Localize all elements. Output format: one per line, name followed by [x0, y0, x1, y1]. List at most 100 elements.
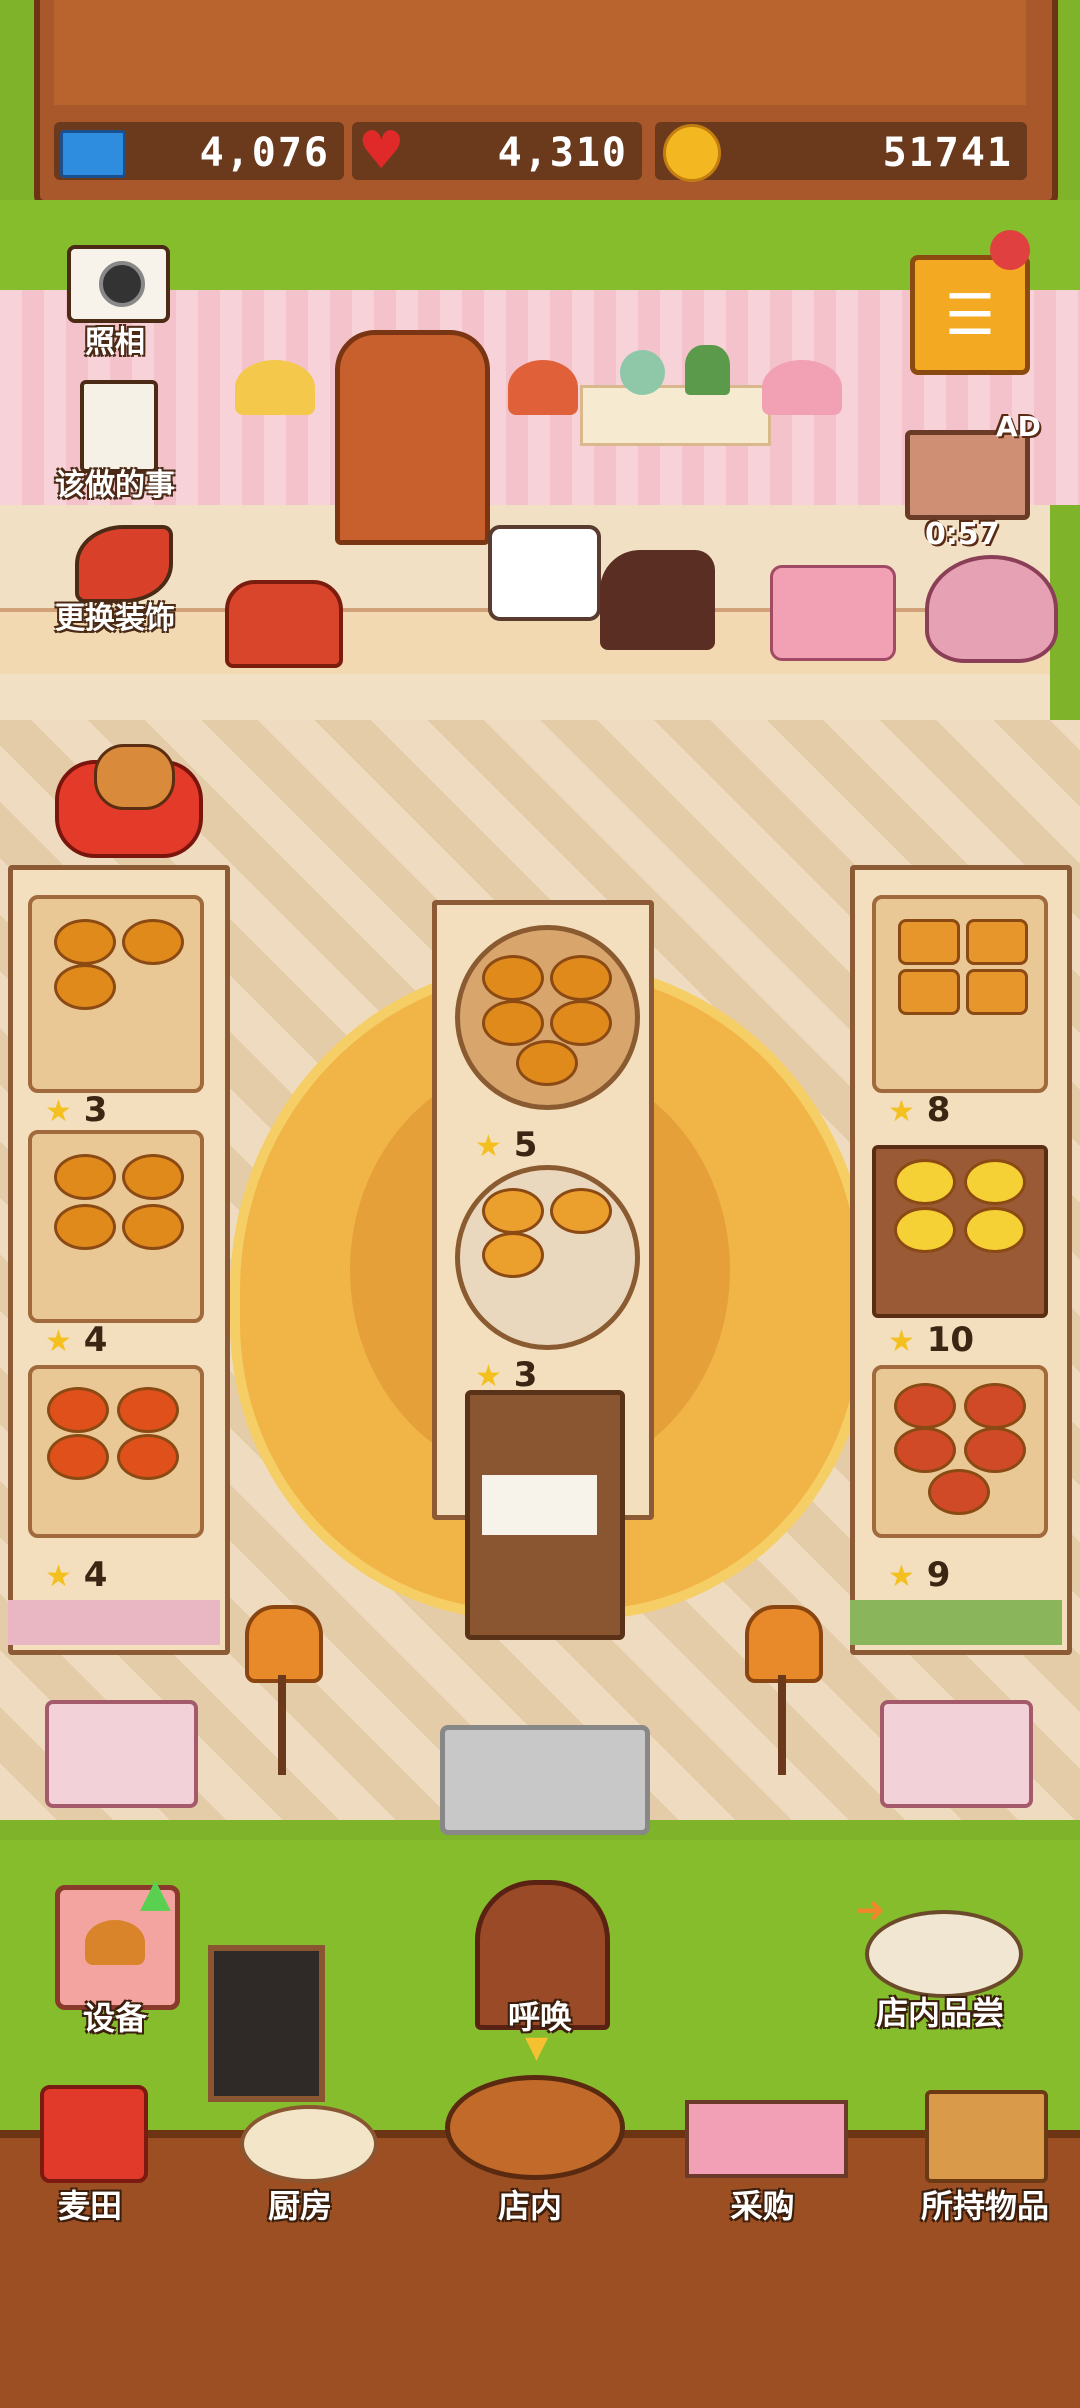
star-icon: ★	[475, 1129, 502, 1164]
ticket-icon	[60, 130, 126, 178]
bread-item	[47, 1387, 109, 1433]
storefront-icon	[685, 2100, 848, 2178]
ceiling-lamp-3	[762, 360, 842, 415]
cat-shopkeeper[interactable]	[488, 525, 601, 621]
ad-label: AD	[996, 410, 1041, 443]
right-3-count: 9	[926, 1555, 951, 1595]
star-icon: ★	[475, 1359, 502, 1394]
bread-item	[550, 1188, 612, 1234]
teapot	[925, 555, 1058, 663]
bread-tray-right-1[interactable]	[872, 895, 1048, 1093]
tickets-counter: 4,076	[54, 122, 344, 180]
bread-item	[482, 1188, 544, 1234]
cactus-plant	[620, 350, 665, 395]
bread-tray-right-2[interactable]	[872, 1145, 1048, 1318]
right-2-count: 10	[926, 1320, 975, 1360]
bread-basket-icon	[445, 2075, 625, 2180]
tv-ad-button[interactable]	[905, 430, 1030, 520]
waffle-item	[898, 919, 960, 965]
telephone	[225, 580, 343, 668]
nav-wheat-field[interactable]: 麦田	[15, 2085, 165, 2225]
equipment-label: 设备	[82, 1999, 147, 2037]
coins-counter: 51741	[655, 122, 1027, 182]
heart-icon: ♥	[358, 121, 405, 181]
equipment-button[interactable]: ▲ 设备	[50, 1870, 180, 2050]
paintbrush-icon	[75, 525, 173, 603]
star-icon: ★	[888, 1559, 915, 1594]
bread-item	[894, 1427, 956, 1473]
nav-field-label: 麦田	[57, 2187, 122, 2225]
waffle-item	[966, 919, 1028, 965]
star-icon: ★	[888, 1094, 915, 1129]
hearts-counter: ♥ 4,310	[352, 122, 642, 180]
nav-inventory[interactable]: 所持物品	[895, 2085, 1075, 2225]
bread-item	[482, 1000, 544, 1046]
bread-plate-center-2[interactable]	[455, 1165, 640, 1350]
dough-icon	[240, 2105, 378, 2183]
nav-shop[interactable]: 店内	[435, 2070, 625, 2225]
tasting-label: 店内品尝	[875, 1994, 1004, 2032]
plant-shelf	[580, 385, 771, 446]
camera-icon	[67, 245, 170, 323]
center-1-stock: ★ 5	[475, 1125, 537, 1165]
photo-menu[interactable]: 照相	[30, 245, 200, 365]
waffle-item	[898, 969, 960, 1015]
bread-tray-left-1[interactable]	[28, 895, 204, 1093]
nav-inventory-label: 所持物品	[920, 2187, 1049, 2225]
succulent-plant	[685, 345, 730, 395]
bread-item	[117, 1434, 179, 1480]
orders-note-button[interactable]: ☰	[910, 255, 1030, 375]
shiba-dog	[94, 744, 175, 810]
bread-item	[964, 1207, 1026, 1253]
star-icon: ★	[45, 1559, 72, 1594]
bread-item	[964, 1383, 1026, 1429]
left-2-stock: ★ 4	[45, 1320, 107, 1360]
bread-item	[47, 1434, 109, 1480]
menu-chalkboard[interactable]	[208, 1945, 325, 2102]
center-2-count: 3	[513, 1355, 538, 1395]
flower-box-left	[45, 1700, 198, 1808]
left-3-stock: ★ 4	[45, 1555, 107, 1595]
bread-tray-left-3[interactable]	[28, 1365, 204, 1538]
hearts-value: 4,310	[497, 130, 628, 176]
star-icon: ★	[888, 1324, 915, 1359]
bread-icon	[85, 1920, 145, 1965]
bread-item	[54, 964, 116, 1010]
nav-purchase[interactable]: 采购	[665, 2090, 860, 2225]
bread-item	[550, 1000, 612, 1046]
bread-item	[122, 1204, 184, 1250]
bread-item	[482, 955, 544, 1001]
dog-cushion[interactable]	[55, 744, 203, 858]
decor-menu[interactable]: 更换装饰	[20, 525, 210, 645]
right-shelf-base	[850, 1600, 1062, 1645]
indicator-arrow-icon: ▼	[525, 2030, 549, 2065]
call-customers-button[interactable]: 呼唤 ▼	[465, 1880, 615, 2065]
list-icon: ☰	[944, 282, 996, 348]
bread-item	[894, 1159, 956, 1205]
bread-cabinet	[335, 330, 490, 545]
utensil-stand	[465, 1390, 625, 1640]
in-store-tasting-button[interactable]: ➜ 店内品尝	[840, 1890, 1040, 2040]
bread-item	[550, 955, 612, 1001]
left-1-count: 3	[83, 1090, 108, 1130]
lamp-post-left	[278, 1675, 286, 1775]
right-3-stock: ★ 9	[888, 1555, 950, 1595]
box-icon	[925, 2090, 1048, 2183]
nav-kitchen[interactable]: 厨房	[215, 2085, 385, 2225]
top-board-panel	[54, 0, 1026, 105]
bread-item	[928, 1469, 990, 1515]
tasting-plate-icon	[865, 1910, 1023, 1998]
wheat-field-icon	[40, 2085, 148, 2183]
center-1-count: 5	[513, 1125, 538, 1165]
bread-item	[54, 1154, 116, 1200]
todo-menu[interactable]: 该做的事	[20, 380, 210, 505]
tickets-value: 4,076	[199, 130, 330, 176]
bread-tray-left-2[interactable]	[28, 1130, 204, 1323]
ceiling-lamp-2	[508, 360, 578, 415]
bread-basket-center-1[interactable]	[455, 925, 640, 1110]
left-2-count: 4	[83, 1320, 108, 1360]
bread-item	[117, 1387, 179, 1433]
bread-tray-right-3[interactable]	[872, 1365, 1048, 1538]
photo-label: 照相	[85, 325, 145, 360]
bread-item	[894, 1383, 956, 1429]
